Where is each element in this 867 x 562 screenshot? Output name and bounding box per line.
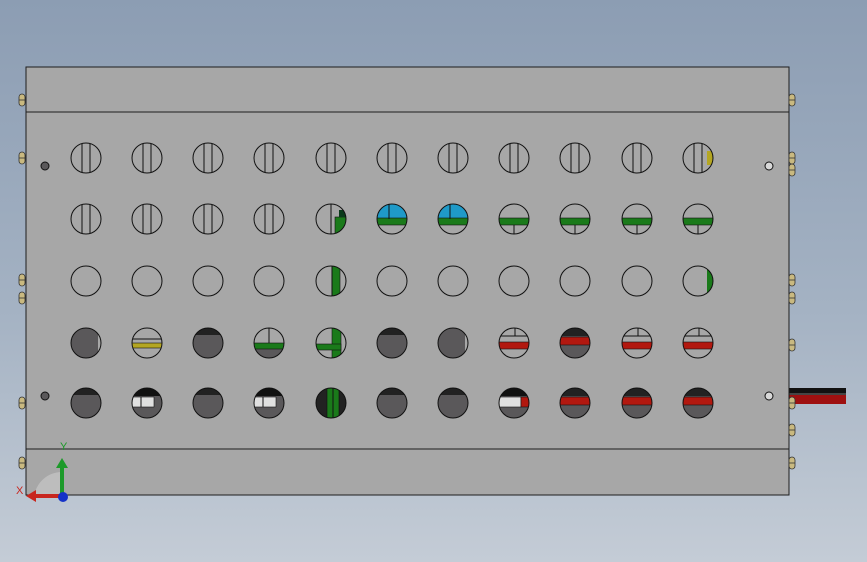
- connector-hole: [682, 387, 714, 419]
- connector-hole: [437, 265, 469, 297]
- connector-hole: [253, 203, 285, 235]
- connector-hole: [559, 142, 591, 174]
- connector-hole: [70, 203, 102, 235]
- connector-hole: [131, 265, 163, 297]
- connector-hole: [253, 265, 285, 297]
- screw-head: [788, 456, 796, 470]
- connector-hole: [315, 142, 347, 174]
- connector-hole: [131, 327, 163, 359]
- connector-hole: [253, 327, 285, 359]
- connector-hole: [70, 327, 102, 359]
- screw-head: [788, 151, 796, 165]
- connector-hole: [376, 387, 408, 419]
- mounting-hole: [40, 391, 50, 401]
- screw-head: [788, 423, 796, 437]
- connector-hole: [682, 203, 714, 235]
- mounting-hole: [764, 391, 774, 401]
- connector-hole: [315, 265, 347, 297]
- x-axis-label: X: [16, 485, 24, 497]
- connector-hole: [192, 203, 224, 235]
- screw-head: [788, 163, 796, 177]
- screw-head: [18, 93, 26, 107]
- connector-hole: [559, 327, 591, 359]
- screw-head: [788, 93, 796, 107]
- connector-hole: [70, 142, 102, 174]
- connector-hole: [559, 265, 591, 297]
- connector-hole: [192, 265, 224, 297]
- connector-hole: [559, 387, 591, 419]
- connector-hole: [192, 387, 224, 419]
- connector-hole: [498, 142, 530, 174]
- connector-hole: [498, 265, 530, 297]
- connector-hole: [376, 327, 408, 359]
- cad-viewport[interactable]: [0, 0, 867, 562]
- connector-hole: [621, 387, 653, 419]
- connector-hole: [376, 265, 408, 297]
- connector-hole: [437, 203, 469, 235]
- connector-hole: [437, 327, 469, 359]
- connector-hole: [131, 387, 163, 419]
- screw-head: [788, 338, 796, 352]
- connector-hole: [498, 203, 530, 235]
- connector-hole: [621, 265, 653, 297]
- screw-head: [788, 273, 796, 287]
- connector-hole: [315, 327, 347, 359]
- connector-hole: [253, 387, 285, 419]
- connector-hole: [682, 327, 714, 359]
- connector-hole: [70, 387, 102, 419]
- screw-head: [18, 396, 26, 410]
- connector-hole: [192, 142, 224, 174]
- connector-hole: [376, 203, 408, 235]
- screw-head: [788, 291, 796, 305]
- connector-hole: [131, 203, 163, 235]
- connector-hole: [192, 327, 224, 359]
- connector-hole: [437, 142, 469, 174]
- cable-bundle: [788, 388, 846, 404]
- mounting-hole: [764, 161, 774, 171]
- screw-head: [18, 291, 26, 305]
- screw-head: [18, 273, 26, 287]
- connector-hole: [315, 387, 347, 419]
- mounting-hole: [40, 161, 50, 171]
- screw-head: [18, 456, 26, 470]
- connector-hole: [498, 327, 530, 359]
- screw-head: [18, 151, 26, 165]
- connector-hole: [70, 265, 102, 297]
- screw-head: [788, 396, 796, 410]
- connector-hole: [621, 203, 653, 235]
- connector-hole: [253, 142, 285, 174]
- connector-hole: [131, 142, 163, 174]
- connector-hole: [621, 142, 653, 174]
- connector-hole: [376, 142, 408, 174]
- y-axis-label: Y: [60, 441, 68, 453]
- connector-hole: [559, 203, 591, 235]
- connector-hole: [437, 387, 469, 419]
- connector-hole: [621, 327, 653, 359]
